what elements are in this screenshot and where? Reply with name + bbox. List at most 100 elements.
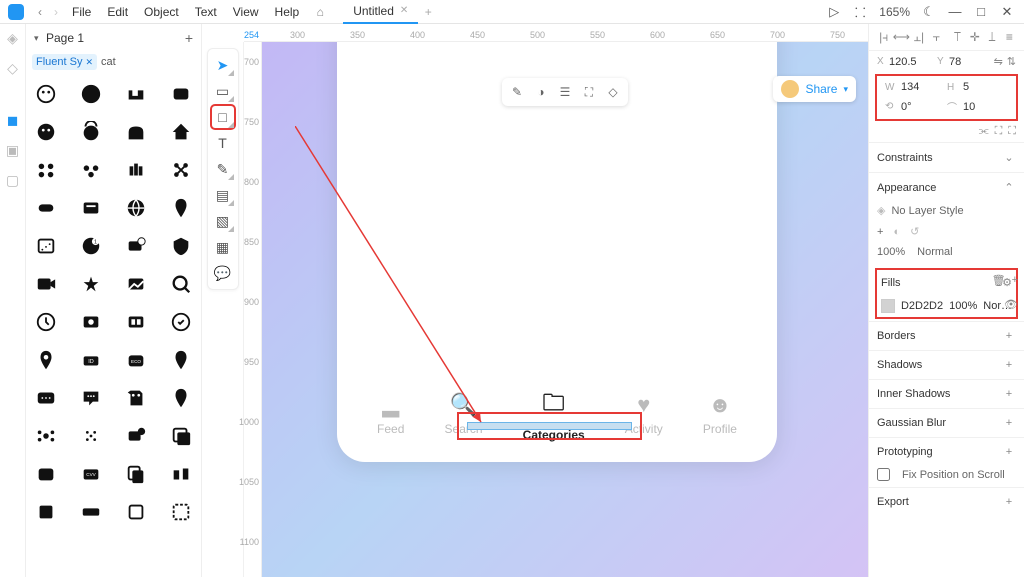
inner-shadows-section[interactable]: Inner Shadows+ <box>869 379 1024 408</box>
close-tab-icon[interactable]: ✕ <box>400 5 408 16</box>
menu-object[interactable]: Object <box>136 5 187 19</box>
page-header[interactable]: ▾ Page 1 + <box>26 24 201 52</box>
blend-mode[interactable]: Normal <box>917 246 952 258</box>
rail-misc-icon[interactable]: ▢ <box>5 172 21 188</box>
icon-item[interactable] <box>122 80 150 108</box>
borders-section[interactable]: Borders+ <box>869 321 1024 350</box>
icon-item[interactable] <box>32 156 60 184</box>
icon-item[interactable] <box>167 156 195 184</box>
icon-item[interactable] <box>77 422 105 450</box>
rectangle-tool-icon[interactable]: □ <box>211 105 235 129</box>
nav-back-icon[interactable]: ‹ <box>32 5 48 19</box>
appearance-section[interactable]: Appearance ⌃ <box>869 172 1024 202</box>
icon-item[interactable] <box>167 80 195 108</box>
prop-y[interactable]: 78 <box>949 56 983 68</box>
icon-item[interactable] <box>167 232 195 260</box>
prop-x[interactable]: 120.5 <box>889 56 937 68</box>
fix-scroll-checkbox[interactable] <box>877 468 890 481</box>
align-right-icon[interactable]: ⫠| <box>912 30 925 44</box>
adjust-icon[interactable]: ☰ <box>554 82 576 102</box>
rail-image-icon[interactable]: ▣ <box>5 142 21 158</box>
add-icon[interactable]: + <box>1002 446 1016 458</box>
component-tool-icon[interactable]: ▧ <box>211 209 235 233</box>
rail-components-icon[interactable]: ◇ <box>5 60 21 76</box>
nav-feed[interactable]: ▂Feed <box>377 392 404 436</box>
add-icon[interactable]: + <box>1002 496 1016 508</box>
prototyping-section[interactable]: Prototyping+ <box>869 437 1024 466</box>
share-button[interactable]: Share ▾ <box>773 76 856 102</box>
icon-item[interactable] <box>122 460 150 488</box>
frame-tool-icon[interactable]: ▭ <box>211 79 235 103</box>
icon-item[interactable] <box>122 270 150 298</box>
align-bottom-icon[interactable]: ⟘ <box>985 30 998 44</box>
icon-item[interactable] <box>167 346 195 374</box>
style-icon[interactable]: ◑ <box>530 82 552 102</box>
canvas[interactable]: ▂Feed 🔍Search 🗀Categories ♥Activity ☻Pro… <box>262 42 868 577</box>
prop-rotation[interactable]: 0° <box>901 101 943 113</box>
icon-item[interactable] <box>77 498 105 526</box>
icon-item[interactable] <box>167 118 195 146</box>
component-icon[interactable]: ◇ <box>602 82 624 102</box>
blend-icon[interactable]: ◐ <box>893 226 900 238</box>
expand-corner-icon[interactable]: ⛶ <box>995 125 1003 138</box>
add-icon[interactable]: + <box>1002 417 1016 429</box>
shadows-section[interactable]: Shadows+ <box>869 350 1024 379</box>
icon-item[interactable] <box>77 80 105 108</box>
icon-item[interactable] <box>77 194 105 222</box>
text-tool-icon[interactable]: T <box>211 131 235 155</box>
icon-item[interactable] <box>122 194 150 222</box>
icon-item[interactable] <box>32 384 60 412</box>
theme-icon[interactable]: ☾ <box>916 4 942 20</box>
add-fill-icon[interactable]: + <box>1012 274 1018 287</box>
icon-item[interactable] <box>122 308 150 336</box>
icon-item[interactable] <box>77 308 105 336</box>
delete-fill-icon[interactable]: 🗑 <box>992 274 1006 287</box>
icon-item[interactable] <box>77 384 105 412</box>
icon-item[interactable]: 1 <box>77 232 105 260</box>
move-tool-icon[interactable]: ➤ <box>211 53 235 77</box>
menu-help[interactable]: Help <box>267 5 308 19</box>
image-tool-icon[interactable]: ▤ <box>211 183 235 207</box>
align-vcenter-icon[interactable]: ✛ <box>968 30 981 44</box>
icon-item[interactable] <box>122 118 150 146</box>
export-section[interactable]: Export+ <box>869 487 1024 516</box>
align-hcenter-icon[interactable]: ⟷ <box>894 30 908 44</box>
visibility-icon[interactable]: 👁 <box>1004 299 1018 311</box>
icon-item[interactable] <box>167 270 195 298</box>
icon-item[interactable]: ID <box>77 346 105 374</box>
icon-item[interactable] <box>32 270 60 298</box>
menu-file[interactable]: File <box>64 5 99 19</box>
edit-icon[interactable]: ✎ <box>506 82 528 102</box>
icon-item[interactable] <box>122 498 150 526</box>
search-text[interactable]: cat <box>101 56 116 68</box>
menu-text[interactable]: Text <box>187 5 225 19</box>
pen-tool-icon[interactable]: ✎ <box>211 157 235 181</box>
prop-radius[interactable]: 10 <box>963 101 1005 113</box>
icon-item[interactable] <box>167 460 195 488</box>
layout-tool-icon[interactable]: ▦ <box>211 235 235 259</box>
icon-item[interactable] <box>32 194 60 222</box>
icon-item[interactable]: ECO <box>122 346 150 374</box>
add-icon[interactable]: + <box>1002 388 1016 400</box>
add-style-icon[interactable]: + <box>877 226 883 238</box>
icon-item[interactable] <box>167 384 195 412</box>
icon-item[interactable] <box>32 346 60 374</box>
menu-edit[interactable]: Edit <box>99 5 136 19</box>
icon-item[interactable] <box>32 460 60 488</box>
icon-item[interactable] <box>32 308 60 336</box>
flip-h-icon[interactable]: ⇋ <box>994 55 1003 68</box>
reset-icon[interactable]: ↺ <box>910 225 919 238</box>
add-icon[interactable]: + <box>1002 359 1016 371</box>
rail-layers-icon[interactable]: ◈ <box>5 30 21 46</box>
remove-tag-icon[interactable]: ✕ <box>85 57 93 68</box>
icon-item[interactable] <box>32 80 60 108</box>
add-page-icon[interactable]: + <box>185 30 193 46</box>
maximize-icon[interactable]: □ <box>968 4 994 19</box>
icon-item[interactable] <box>122 422 150 450</box>
icon-item[interactable] <box>167 194 195 222</box>
icon-item[interactable] <box>122 384 150 412</box>
add-tab-icon[interactable]: + <box>418 5 438 19</box>
icon-item[interactable] <box>122 156 150 184</box>
icon-item[interactable] <box>167 308 195 336</box>
crop-icon[interactable]: ⛶ <box>578 82 600 102</box>
